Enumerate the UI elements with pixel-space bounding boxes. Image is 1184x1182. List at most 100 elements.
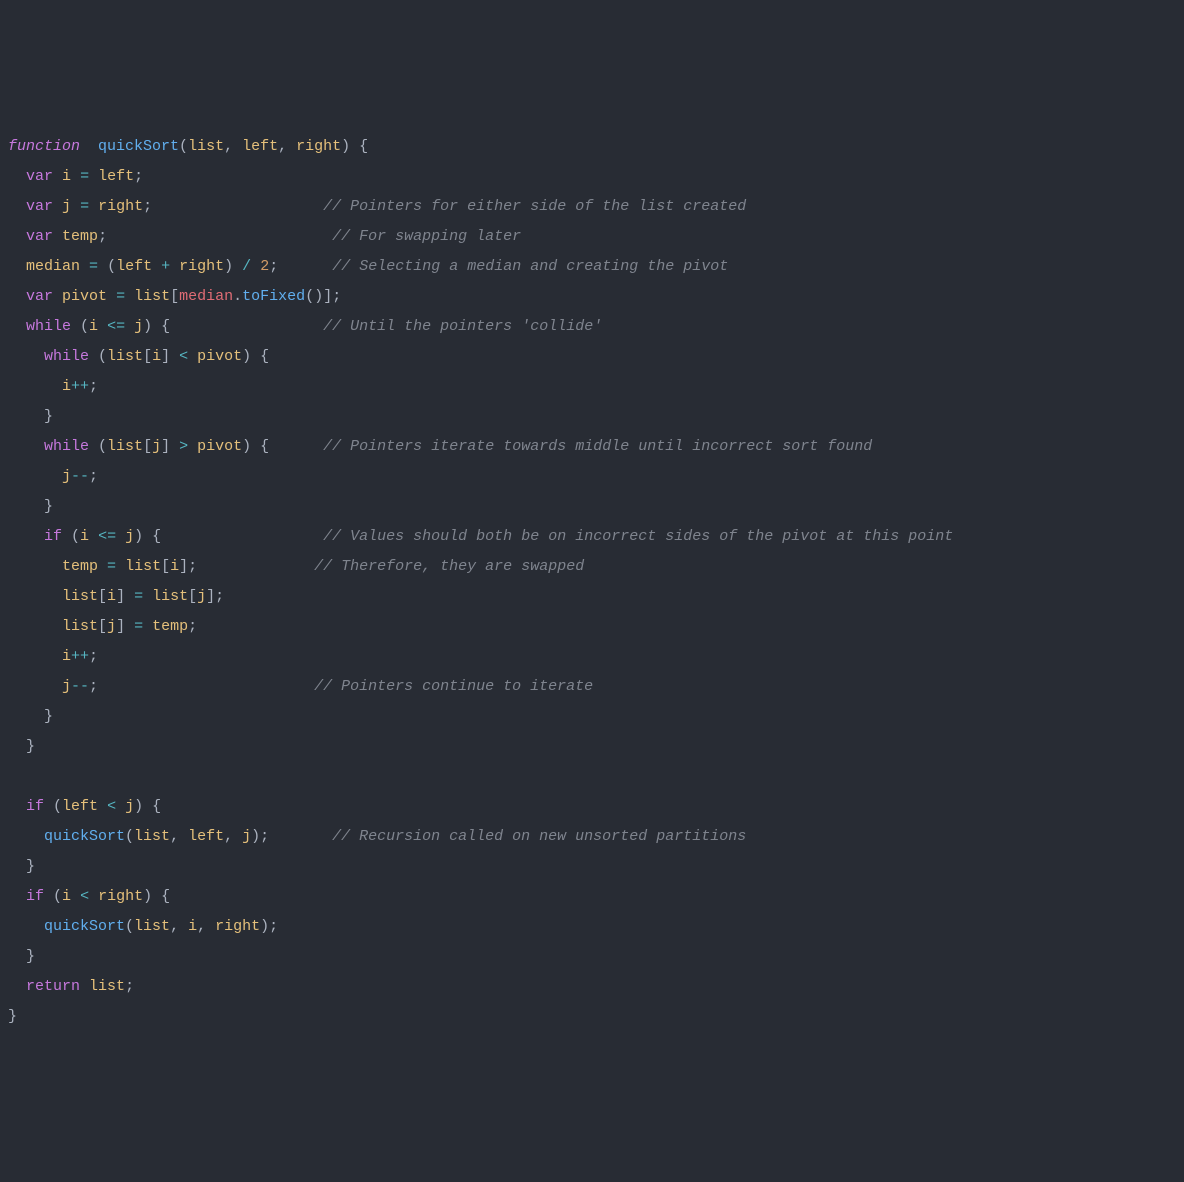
code-token: // Until the pointers 'collide' [323,318,602,335]
code-token: left [62,798,98,815]
code-token: , [170,828,188,845]
code-token: < [80,888,89,905]
code-token: list [62,618,98,635]
code-token: ) { [242,348,269,365]
code-token: quickSort [98,138,179,155]
code-token [89,198,98,215]
code-token: , [278,138,296,155]
code-token: ; [89,378,98,395]
code-token: ()]; [305,288,341,305]
code-line[interactable]: while (list[i] < pivot) { [8,342,1176,372]
code-line[interactable]: while (i <= j) { // Until the pointers '… [8,312,1176,342]
code-token: if [44,528,62,545]
code-token: } [8,858,35,875]
code-token: i [89,318,98,335]
code-token: ; [89,648,98,665]
code-line[interactable]: list[j] = temp; [8,612,1176,642]
code-line[interactable]: } [8,402,1176,432]
code-token: function [8,138,80,155]
code-line[interactable]: j--; // Pointers continue to iterate [8,672,1176,702]
code-token: list [62,588,98,605]
code-line[interactable]: } [8,702,1176,732]
code-token [8,348,44,365]
code-line[interactable]: if (i <= j) { // Values should both be o… [8,522,1176,552]
code-token [98,798,107,815]
code-token: . [233,288,242,305]
code-token [8,198,26,215]
code-token [8,678,62,695]
code-token: , [197,918,215,935]
code-token: // Recursion called on new unsorted part… [332,828,746,845]
code-line[interactable]: if (left < j) { [8,792,1176,822]
code-token: ] [161,348,179,365]
code-token: left [188,828,224,845]
code-line[interactable]: function quickSort(list, left, right) { [8,132,1176,162]
code-token: = [134,588,143,605]
code-token [8,798,26,815]
code-line[interactable]: if (i < right) { [8,882,1176,912]
code-line[interactable]: } [8,732,1176,762]
code-token: i [107,588,116,605]
code-line[interactable]: list[i] = list[j]; [8,582,1176,612]
code-token [8,378,62,395]
code-token: list [125,558,161,575]
code-line[interactable]: } [8,852,1176,882]
code-token: j [197,588,206,605]
code-line[interactable]: i++; [8,642,1176,672]
code-token: ] [161,438,179,455]
code-line[interactable] [8,762,1176,792]
code-token: = [80,198,89,215]
code-token: ); [251,828,332,845]
code-line[interactable]: i++; [8,372,1176,402]
code-line[interactable]: j--; [8,462,1176,492]
code-line[interactable]: var temp; // For swapping later [8,222,1176,252]
code-token: } [8,1008,17,1025]
code-token: j [242,828,251,845]
code-token: list [89,978,125,995]
code-token: = [89,258,98,275]
code-token: i [62,168,71,185]
code-token [152,258,161,275]
code-line[interactable]: var i = left; [8,162,1176,192]
code-token [8,978,26,995]
code-token: if [26,798,44,815]
code-token: ( [89,438,107,455]
code-line[interactable]: } [8,492,1176,522]
code-line[interactable]: median = (left + right) / 2; // Selectin… [8,252,1176,282]
code-token: var [26,198,53,215]
code-token [116,558,125,575]
code-token [8,468,62,485]
code-token [125,318,134,335]
code-token: [ [188,588,197,605]
code-line[interactable]: temp = list[i]; // Therefore, they are s… [8,552,1176,582]
code-token: ( [44,888,62,905]
code-line[interactable]: while (list[j] > pivot) { // Pointers it… [8,432,1176,462]
code-token: ; [125,978,134,995]
code-token: list [134,828,170,845]
code-token: [ [143,348,152,365]
code-line[interactable]: var j = right; // Pointers for either si… [8,192,1176,222]
code-line[interactable]: } [8,942,1176,972]
code-token: ( [179,138,188,155]
code-token: } [8,408,53,425]
code-token: right [215,918,260,935]
code-token: < [179,348,188,365]
code-line[interactable]: return list; [8,972,1176,1002]
code-line[interactable]: quickSort(list, i, right); [8,912,1176,942]
code-token: ) [224,258,242,275]
code-token [8,828,44,845]
code-token: ; [98,228,332,245]
code-editor[interactable]: function quickSort(list, left, right) { … [8,132,1176,1032]
code-token: ( [125,828,134,845]
code-line[interactable]: } [8,1002,1176,1032]
code-token [8,588,62,605]
code-token: left [242,138,278,155]
code-token: } [8,738,35,755]
code-line[interactable]: quickSort(list, left, j); // Recursion c… [8,822,1176,852]
code-token: // Pointers iterate towards middle until… [323,438,872,455]
code-token: temp [152,618,188,635]
code-token: if [26,888,44,905]
code-line[interactable]: var pivot = list[median.toFixed()]; [8,282,1176,312]
code-token: j [62,468,71,485]
code-token: <= [107,318,125,335]
